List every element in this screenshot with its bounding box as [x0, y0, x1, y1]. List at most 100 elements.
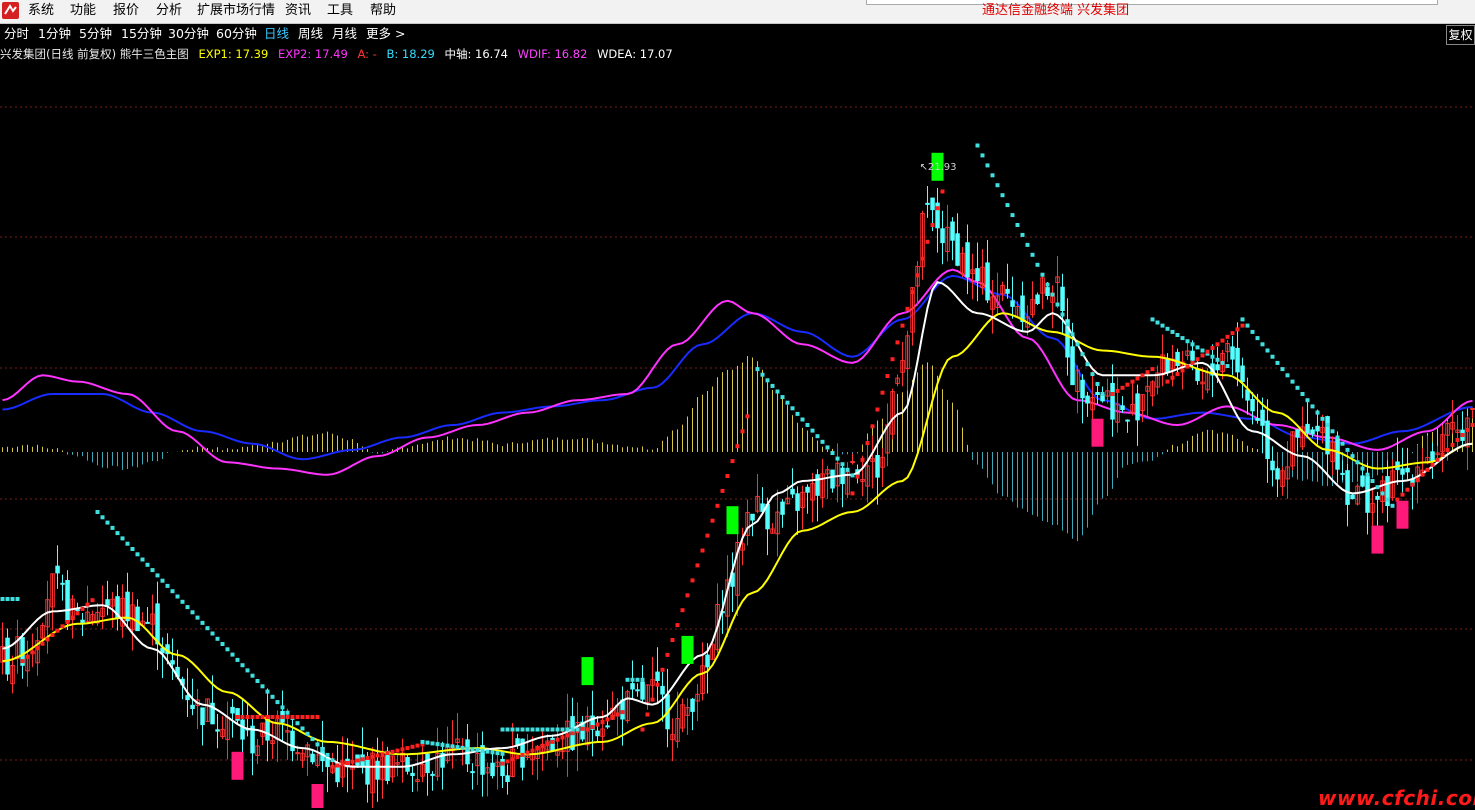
sar-dot-up: [660, 667, 665, 672]
sar-dot-up: [700, 548, 705, 553]
sar-dot-up: [595, 722, 600, 727]
candle-body: [1045, 287, 1050, 297]
tab-period-15min[interactable]: 15分钟: [121, 26, 162, 42]
sar-dot-up: [1410, 482, 1415, 487]
candle-body: [1305, 423, 1310, 434]
candle-body: [1310, 429, 1315, 435]
menu-tools[interactable]: 工具: [327, 3, 353, 19]
tab-period-30min[interactable]: 30分钟: [168, 26, 209, 42]
sar-dot-up: [1185, 364, 1190, 369]
sar-dot-up: [850, 491, 855, 496]
signal-pink-block: [1371, 525, 1384, 554]
tab-period-timeshare[interactable]: 分时: [4, 26, 29, 42]
sar-dot-up: [1125, 382, 1130, 387]
sar-dot-down: [425, 740, 430, 745]
menu-function[interactable]: 功能: [70, 3, 96, 19]
sar-dot-down: [770, 383, 775, 388]
tab-period-more[interactable]: 更多 >: [366, 26, 405, 42]
sar-dot-up: [570, 731, 575, 736]
sar-dot-up: [1225, 334, 1230, 339]
candle-body: [790, 488, 795, 495]
sar-dot-up: [60, 624, 65, 629]
sar-dot-down: [530, 727, 535, 732]
high-price-label: ↖21.93: [920, 162, 957, 173]
candle-body: [65, 580, 70, 623]
adjust-price-button[interactable]: 复权: [1446, 25, 1475, 45]
legend-wdea: WDEA: 17.07: [597, 47, 673, 61]
sar-dot-up: [40, 641, 45, 646]
tab-period-1min[interactable]: 1分钟: [38, 26, 71, 42]
sar-dot-down: [205, 626, 210, 631]
menu-extended-market[interactable]: 扩展市场行情: [197, 3, 275, 19]
sar-dot-up: [1435, 457, 1440, 462]
sar-dot-down: [150, 568, 155, 573]
tab-period-monthly[interactable]: 月线: [332, 26, 357, 42]
sar-dot-down: [460, 745, 465, 750]
sar-dot-up: [1140, 373, 1145, 378]
sar-dot-down: [1085, 362, 1090, 367]
sar-dot-down: [110, 525, 115, 530]
sar-dot-up: [245, 715, 250, 719]
sar-dot-down: [1090, 372, 1095, 377]
menu-system[interactable]: 系统: [28, 3, 54, 19]
candle-body: [925, 202, 930, 205]
sar-dot-down: [1315, 410, 1320, 415]
sar-dot-up: [905, 306, 910, 311]
menu-news[interactable]: 资讯: [285, 3, 311, 19]
sar-dot-down: [510, 727, 515, 732]
sar-dot-up: [730, 459, 735, 464]
tab-period-weekly[interactable]: 周线: [298, 26, 323, 42]
app-logo-icon[interactable]: [2, 2, 19, 19]
candle-body: [1275, 468, 1280, 480]
sar-dot-up: [1455, 438, 1460, 442]
sar-dot-up: [645, 712, 650, 717]
sar-dot-down: [1055, 302, 1060, 307]
tab-period-5min[interactable]: 5分钟: [79, 26, 112, 42]
candle-body: [1005, 288, 1010, 294]
sar-dot-up: [1205, 349, 1210, 354]
sar-dot-up: [1135, 376, 1140, 381]
sar-dot-down: [1070, 332, 1075, 337]
sar-dot-up: [1145, 370, 1150, 375]
legend-a: A: -: [357, 47, 377, 61]
candle-body: [1085, 395, 1090, 404]
sar-dot-down: [790, 406, 795, 411]
sar-dot-up: [1235, 327, 1240, 332]
tab-period-60min[interactable]: 60分钟: [216, 26, 257, 42]
sar-dot-up: [615, 712, 620, 717]
sar-dot-up: [900, 323, 905, 328]
sar-dot-up: [1200, 353, 1205, 358]
sar-dot-up: [515, 755, 520, 760]
candlestick-chart[interactable]: ↖21.93←11.35: [0, 62, 1475, 808]
sar-dot-down: [280, 705, 285, 710]
sar-dot-up: [705, 533, 710, 538]
menu-quote[interactable]: 报价: [113, 3, 139, 19]
sar-dot-up: [875, 407, 880, 412]
candle-body: [1110, 383, 1115, 420]
sar-dot-down: [320, 747, 325, 752]
sar-dot-up: [315, 715, 320, 719]
sar-dot-down: [155, 573, 160, 578]
menu-analysis[interactable]: 分析: [156, 3, 182, 19]
menu-help[interactable]: 帮助: [370, 3, 396, 19]
sar-dot-down: [1320, 416, 1325, 421]
candle-body: [365, 759, 370, 785]
sar-dot-up: [370, 754, 375, 759]
sar-dot-up: [275, 715, 280, 719]
sar-dot-down: [210, 631, 215, 636]
sar-dot-down: [1335, 435, 1340, 440]
sar-dot-down: [1035, 262, 1040, 267]
sar-dot-up: [870, 424, 875, 429]
sar-dot-up: [265, 715, 270, 719]
sar-dot-down: [1005, 203, 1010, 208]
candle-body: [1400, 468, 1405, 475]
candle-body: [290, 730, 295, 752]
sar-dot-down: [640, 677, 645, 682]
sar-dot-down: [450, 744, 455, 749]
sar-dot-up: [665, 652, 670, 657]
sar-dot-up: [1415, 477, 1420, 482]
sar-dot-down: [185, 605, 190, 610]
sar-dot-up: [720, 488, 725, 493]
sar-dot-down: [180, 599, 185, 604]
tab-period-daily[interactable]: 日线: [264, 26, 289, 42]
